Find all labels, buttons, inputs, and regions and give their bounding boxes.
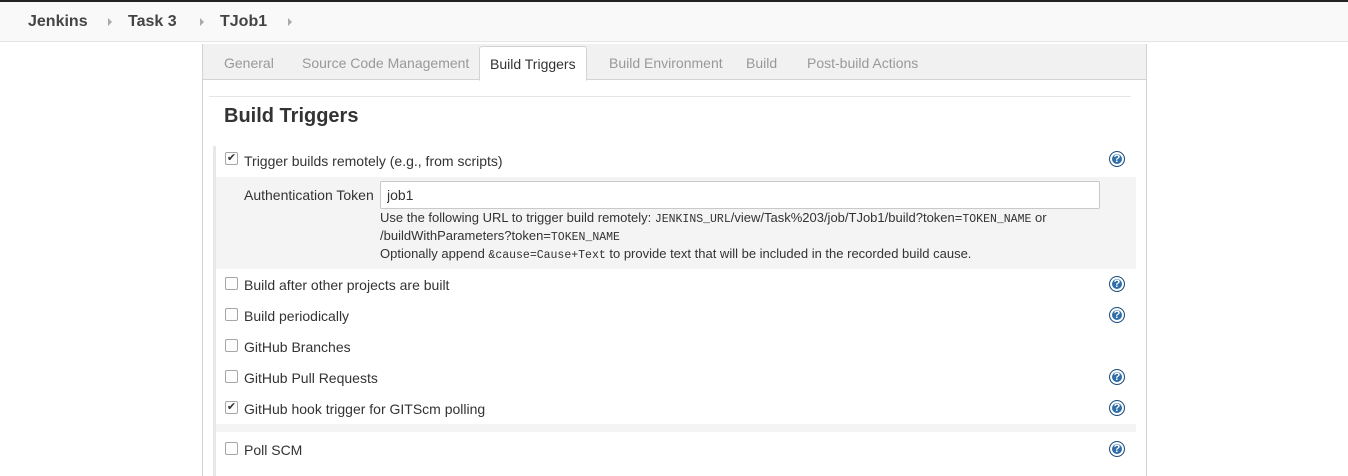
- remote-url-help-line3: Optionally append &cause=Cause+Text to p…: [380, 246, 971, 262]
- help-text: Use the following URL to trigger build r…: [380, 210, 655, 225]
- build-after-other-label[interactable]: Build after other projects are built: [244, 277, 449, 293]
- remote-url-help-line2: /buildWithParameters?token=TOKEN_NAME: [380, 228, 620, 244]
- help-code: TOKEN_NAME: [550, 231, 620, 244]
- question-mark-circle-icon[interactable]: ?: [1109, 307, 1125, 323]
- help-text: to provide text that will be included in…: [605, 246, 972, 261]
- trigger-remote-label[interactable]: Trigger builds remotely (e.g., from scri…: [244, 153, 503, 169]
- question-mark-circle-icon[interactable]: ?: [1109, 151, 1125, 167]
- checkmark-icon: ✔: [226, 401, 237, 413]
- github-pull-requests-checkbox[interactable]: [225, 370, 238, 383]
- build-after-other-checkbox[interactable]: [225, 277, 238, 290]
- build-periodically-checkbox[interactable]: [225, 308, 238, 321]
- config-tabbar: General Source Code Management Build Tri…: [203, 44, 1146, 81]
- breadcrumb-task[interactable]: Task 3: [128, 13, 177, 31]
- tab-post-build-actions[interactable]: Post-build Actions: [807, 55, 918, 71]
- chevron-right-icon[interactable]: [108, 18, 112, 26]
- breadcrumb-job[interactable]: TJob1: [220, 13, 267, 31]
- remote-url-help-line1: Use the following URL to trigger build r…: [380, 210, 1047, 226]
- tab-build-environment[interactable]: Build Environment: [609, 55, 723, 71]
- tab-build-triggers[interactable]: Build Triggers: [479, 46, 587, 81]
- chevron-right-icon[interactable]: [200, 18, 204, 26]
- question-mark-circle-icon[interactable]: ?: [1109, 276, 1125, 292]
- section-title: Build Triggers: [224, 105, 359, 127]
- poll-scm-checkbox[interactable]: [225, 442, 238, 455]
- tab-source-code-management[interactable]: Source Code Management: [302, 55, 469, 71]
- build-periodically-label[interactable]: Build periodically: [244, 308, 349, 324]
- checkmark-icon: ✔: [226, 152, 237, 164]
- config-panel: General Source Code Management Build Tri…: [202, 44, 1147, 476]
- breadcrumb: Jenkins Task 3 TJob1: [0, 2, 1348, 42]
- github-pull-requests-label[interactable]: GitHub Pull Requests: [244, 370, 378, 386]
- help-text: or: [1031, 210, 1047, 225]
- auth-token-input[interactable]: [380, 181, 1100, 209]
- question-mark-circle-icon[interactable]: ?: [1109, 400, 1125, 416]
- hook-trigger-options: [216, 424, 1136, 432]
- breadcrumb-jenkins[interactable]: Jenkins: [28, 13, 88, 31]
- help-code: &cause=Cause+Text: [488, 249, 606, 262]
- github-branches-label[interactable]: GitHub Branches: [244, 339, 351, 355]
- chevron-right-icon[interactable]: [288, 18, 292, 26]
- tab-general[interactable]: General: [224, 55, 274, 71]
- github-branches-checkbox[interactable]: [225, 339, 238, 352]
- question-mark-circle-icon[interactable]: ?: [1109, 369, 1125, 385]
- help-code: TOKEN_NAME: [962, 213, 1032, 226]
- github-hook-trigger-checkbox[interactable]: ✔: [225, 401, 238, 414]
- section-divider: [209, 96, 1131, 97]
- help-text: /buildWithParameters?token=: [380, 228, 551, 243]
- trigger-remote-checkbox[interactable]: ✔: [225, 152, 238, 165]
- github-hook-trigger-label[interactable]: GitHub hook trigger for GITScm polling: [244, 401, 485, 417]
- help-text: Optionally append: [380, 246, 489, 261]
- help-code: JENKINS_URL: [654, 213, 731, 226]
- auth-token-label: Authentication Token: [244, 187, 374, 203]
- poll-scm-label[interactable]: Poll SCM: [244, 442, 302, 458]
- question-mark-circle-icon[interactable]: ?: [1109, 441, 1125, 457]
- tab-build[interactable]: Build: [746, 55, 777, 71]
- help-text: /view/Task%203/job/TJob1/build?token=: [730, 210, 963, 225]
